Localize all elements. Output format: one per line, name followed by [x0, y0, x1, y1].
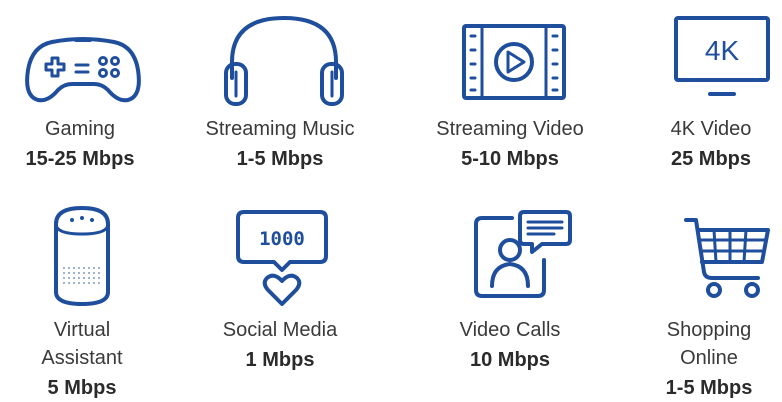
smart-speaker-icon [50, 204, 114, 308]
item-label-line2: Online [680, 347, 738, 369]
item-rate: 1 Mbps [245, 349, 315, 371]
item-label-line1: Virtual [53, 319, 111, 341]
item-label: Streaming Video [436, 118, 584, 140]
bubble-text: 1000 [259, 228, 305, 250]
video-film-icon [460, 22, 568, 102]
video-call-icon [470, 208, 574, 300]
item-label-line1: Shopping [666, 319, 752, 341]
item-rate: 5 Mbps [47, 377, 117, 399]
item-rate: 1-5 Mbps [665, 377, 753, 399]
gamepad-icon [22, 34, 144, 106]
item-rate: 1-5 Mbps [236, 148, 324, 170]
headphones-icon [220, 12, 348, 108]
item-label: Streaming Music [205, 118, 355, 140]
item-rate: 10 Mbps [469, 349, 551, 371]
monitor-4k-icon: 4K [672, 14, 772, 100]
item-label: Video Calls [459, 319, 561, 341]
item-rate: 15-25 Mbps [25, 148, 135, 170]
screen-text: 4K [705, 35, 740, 66]
item-label: 4K Video [670, 118, 752, 140]
item-rate: 25 Mbps [670, 148, 752, 170]
item-label: Gaming [44, 118, 116, 140]
item-label-line2: Assistant [41, 347, 123, 369]
item-label: Social Media [222, 319, 338, 341]
shopping-cart-icon [682, 214, 774, 302]
item-rate: 5-10 Mbps [461, 148, 559, 170]
social-like-bubble-icon: 1000 [234, 208, 330, 308]
